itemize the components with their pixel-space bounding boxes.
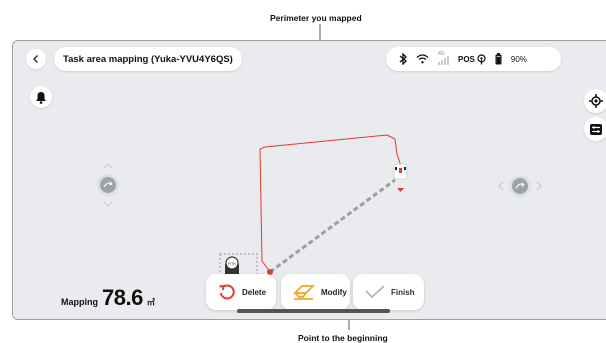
battery-percent: 90% — [510, 54, 527, 64]
signal-icon: 4G — [438, 51, 449, 65]
bell-icon — [36, 91, 46, 104]
mapping-area-value: 78.6 — [102, 285, 143, 310]
battery-icon — [495, 53, 502, 65]
pos-label: POS — [458, 54, 475, 64]
mapping-area-readout: Mapping 78.6 ㎡ — [61, 285, 155, 311]
chevron-up-icon — [103, 163, 113, 169]
perimeter-path — [259, 134, 403, 273]
chevron-down-icon — [103, 201, 113, 207]
forward-backward-joystick[interactable] — [93, 161, 123, 216]
page-title: Task area mapping (Yuka-YVU4Y6QS) — [54, 47, 242, 71]
modify-label: Modify — [321, 287, 347, 297]
steering-joystick[interactable] — [496, 171, 544, 206]
chevron-right-icon — [536, 181, 542, 191]
notifications-button[interactable] — [30, 86, 52, 108]
delete-button[interactable]: Delete — [206, 274, 276, 310]
mapping-label: Mapping — [61, 297, 98, 307]
status-bar: 4G POS 90% — [386, 47, 561, 71]
mower-marker — [393, 163, 408, 192]
finish-label: Finish — [391, 287, 415, 297]
mapping-area-unit: ㎡ — [146, 298, 155, 307]
network-label: 4G — [438, 51, 445, 57]
wifi-icon — [416, 54, 429, 64]
back-button[interactable] — [26, 49, 46, 69]
crosshair-icon — [589, 94, 603, 108]
undo-icon — [219, 284, 235, 300]
rtk-antenna-icon — [477, 53, 486, 64]
finish-button[interactable]: Finish — [353, 274, 424, 310]
svg-text:RTK: RTK — [228, 261, 236, 266]
mapping-screen: RTK Task area mapping (Yuka-YVU4Y6QS) 4G… — [12, 40, 606, 320]
return-to-start-line — [269, 178, 396, 274]
checkmark-icon — [365, 285, 385, 299]
annotation-perimeter: Perimeter you mapped — [270, 13, 362, 23]
modify-button[interactable]: Modify — [281, 274, 350, 310]
layers-icon — [590, 123, 602, 135]
delete-label: Delete — [242, 287, 267, 297]
map-layers-button[interactable] — [584, 117, 606, 141]
chevron-left-icon — [498, 181, 504, 191]
chevron-left-icon — [33, 55, 38, 63]
locate-button[interactable] — [584, 89, 606, 113]
eraser-icon — [293, 285, 315, 300]
home-indicator — [237, 309, 390, 313]
bluetooth-icon — [399, 53, 407, 65]
